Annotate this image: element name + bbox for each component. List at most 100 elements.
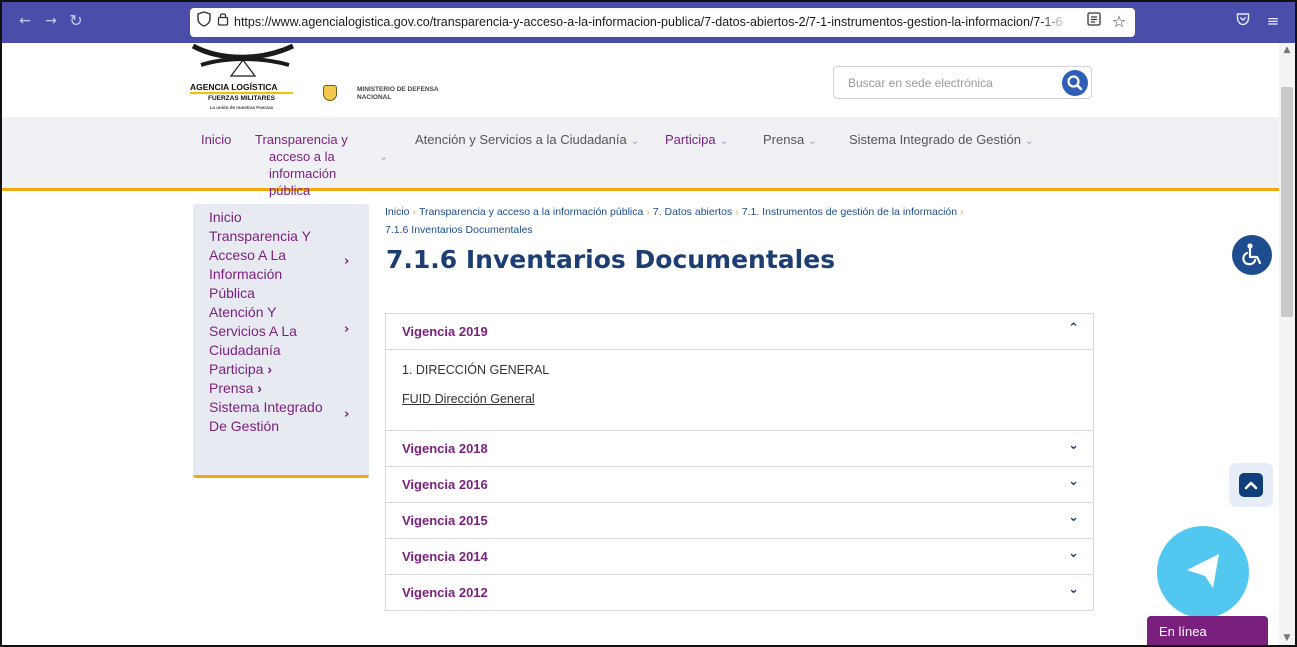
scroll-up-icon[interactable]: ▲ <box>1281 45 1293 55</box>
chat-online-label: En línea <box>1159 624 1207 639</box>
nav-prensa-label: Prensa <box>763 132 805 147</box>
url-text[interactable]: https://www.agencialogistica.gov.co/tran… <box>234 15 1064 31</box>
page-scrollbar[interactable]: ▲ ▼ <box>1279 43 1295 645</box>
sidebar-transparencia-line-3: Información <box>209 266 283 282</box>
address-bar[interactable]: https://www.agencialogistica.gov.co/tran… <box>190 8 1135 37</box>
send-arrow-icon <box>1187 554 1219 588</box>
shield-icon[interactable] <box>196 11 212 33</box>
nav-transparencia-line-3: información pública <box>269 166 337 198</box>
accordion-label: Vigencia 2012 <box>402 585 488 600</box>
accordion-header-open[interactable]: Vigencia 2019 ⌃ <box>385 313 1094 350</box>
sidebar-atencion-line-1: Atención Y <box>209 304 277 320</box>
chevron-down-icon: ⌄ <box>1068 510 1079 525</box>
breadcrumb-separator-icon: › <box>412 206 417 218</box>
accordion-header[interactable]: Vigencia 2016 ⌄ <box>385 466 1094 503</box>
chevron-down-icon: ⌄ <box>1068 438 1079 453</box>
reload-icon[interactable]: ↻ <box>66 10 86 32</box>
chevron-down-icon: ⌄ <box>1068 474 1079 489</box>
accessibility-button[interactable] <box>1232 235 1272 275</box>
sidebar-item-inicio[interactable]: Inicio <box>209 208 242 227</box>
chevron-right-icon[interactable]: › <box>344 254 349 269</box>
accordion-label: Vigencia 2018 <box>402 441 488 456</box>
chevron-right-icon[interactable]: › <box>344 322 349 337</box>
chevron-right-icon: › <box>267 361 273 377</box>
bookmark-star-icon[interactable]: ☆ <box>1110 11 1128 33</box>
nav-atencion[interactable]: Atención y Servicios a la Ciudadanía ⌄ <box>415 131 640 150</box>
chat-launcher[interactable] <box>1157 526 1249 618</box>
accordion-header[interactable]: Vigencia 2014 ⌄ <box>385 538 1094 575</box>
scrollbar-thumb[interactable] <box>1281 87 1293 317</box>
browser-window: ← → ↻ https://www.agencialogistica.gov.c… <box>0 0 1297 647</box>
ministry-line-1: MINISTERIO DE DEFENSA <box>357 86 439 93</box>
accordion-header[interactable]: Vigencia 2015 ⌄ <box>385 502 1094 539</box>
search-icon <box>1067 75 1083 91</box>
logo-line-1: AGENCIA LOGÍSTICA <box>190 82 278 92</box>
accordion-label: Vigencia 2015 <box>402 513 488 528</box>
sidebar-sig-line-1: Sistema Integrado <box>209 399 323 415</box>
sidebar-item-atencion[interactable]: Atención Y Servicios A La Ciudadanía <box>209 303 297 360</box>
chevron-down-icon: ⌄ <box>1068 582 1079 597</box>
sidebar-transparencia-line-2: Acceso A La <box>209 247 287 263</box>
logo-line-3: La unión de nuestras Fuerzas <box>209 105 274 110</box>
scroll-down-icon[interactable]: ▼ <box>1281 633 1293 643</box>
breadcrumb-item[interactable]: Inicio <box>385 206 410 218</box>
sidebar-atencion-line-3: Ciudadanía <box>209 342 281 358</box>
breadcrumb: Inicio › Transparencia y acceso a la infor… <box>385 203 1105 239</box>
accordion-label: Vigencia 2014 <box>402 549 488 564</box>
chevron-up-icon <box>1239 473 1263 497</box>
menu-icon[interactable]: ≡ <box>1264 10 1282 32</box>
pocket-icon[interactable] <box>1234 10 1252 32</box>
document-link[interactable]: FUID Dirección General <box>402 392 535 406</box>
sidebar-item-transparencia[interactable]: Transparencia Y Acceso A La Información … <box>209 227 311 303</box>
chevron-right-icon[interactable]: › <box>344 407 349 422</box>
ministry-line-2: NACIONAL <box>357 94 392 101</box>
agency-logo-text: AGENCIA LOGÍSTICA FUERZAS MILITARES La u… <box>190 83 293 112</box>
reader-view-icon[interactable] <box>1085 11 1103 33</box>
search-box <box>833 66 1092 99</box>
breadcrumb-separator-icon: › <box>960 206 964 218</box>
back-to-top-button[interactable] <box>1229 463 1273 507</box>
chat-online-tab[interactable]: En línea <box>1147 616 1268 645</box>
accordion-header[interactable]: Vigencia 2018 ⌄ <box>385 430 1094 467</box>
breadcrumb-item[interactable]: Transparencia y acceso a la información … <box>419 206 643 218</box>
sidebar-transparencia-line-4: Pública <box>209 285 255 301</box>
chevron-down-icon: ⌄ <box>1024 135 1034 147</box>
nav-sig[interactable]: Sistema Integrado de Gestión ⌄ <box>849 131 1034 150</box>
accordion-label: Vigencia 2016 <box>402 477 488 492</box>
sidebar-item-participa[interactable]: Participa › <box>209 360 272 379</box>
chevron-down-icon: ⌄ <box>630 135 640 147</box>
nav-sig-label: Sistema Integrado de Gestión <box>849 132 1021 147</box>
coat-of-arms-icon <box>323 85 337 101</box>
accordion-label: Vigencia 2019 <box>402 324 488 339</box>
breadcrumb-separator-icon: › <box>735 206 739 218</box>
forward-icon[interactable]: → <box>41 10 61 32</box>
sidebar-menu: Inicio Transparencia Y Acceso A La Infor… <box>193 204 369 478</box>
nav-prensa[interactable]: Prensa ⌄ <box>763 131 817 150</box>
breadcrumb-item[interactable]: 7. Datos abiertos <box>653 206 732 218</box>
lock-icon[interactable] <box>215 11 231 33</box>
main-nav: Inicio Transparencia y acceso a la infor… <box>2 117 1279 198</box>
breadcrumb-current: 7.1.6 Inventarios Documentales <box>385 224 533 236</box>
nav-transparencia[interactable]: Transparencia y acceso a la información … <box>255 131 375 199</box>
search-input[interactable] <box>848 75 1038 91</box>
ministry-logo-text: MINISTERIO DE DEFENSA NACIONAL <box>357 86 439 102</box>
page-title: 7.1.6 Inventarios Documentales <box>386 245 836 274</box>
nav-participa-label: Participa <box>665 132 716 147</box>
nav-participa[interactable]: Participa ⌄ <box>665 131 728 150</box>
sidebar-transparencia-line-1: Transparencia Y <box>209 228 311 244</box>
chevron-right-icon: › <box>257 380 262 396</box>
agency-logo-icon[interactable] <box>191 43 295 77</box>
accordion-header[interactable]: Vigencia 2012 ⌄ <box>385 574 1094 611</box>
browser-toolbar: ← → ↻ https://www.agencialogistica.gov.c… <box>2 2 1295 43</box>
sidebar-item-sig[interactable]: Sistema Integrado De Gestión <box>209 398 323 436</box>
back-icon[interactable]: ← <box>15 10 35 32</box>
nav-inicio[interactable]: Inicio <box>201 131 231 148</box>
sidebar-item-prensa[interactable]: Prensa › <box>209 379 262 398</box>
breadcrumb-item[interactable]: 7.1. Instrumentos de gestión de la infor… <box>742 206 957 218</box>
chevron-down-icon: ⌄ <box>1068 546 1079 561</box>
url-fade <box>1040 10 1068 34</box>
nav-transparencia-chevron-icon[interactable]: ⌄ <box>379 149 388 166</box>
accordion-panel: 1. DIRECCIÓN GENERAL FUID Dirección Gene… <box>385 350 1094 431</box>
chevron-up-icon: ⌃ <box>1068 321 1079 336</box>
search-button[interactable] <box>1062 70 1088 96</box>
